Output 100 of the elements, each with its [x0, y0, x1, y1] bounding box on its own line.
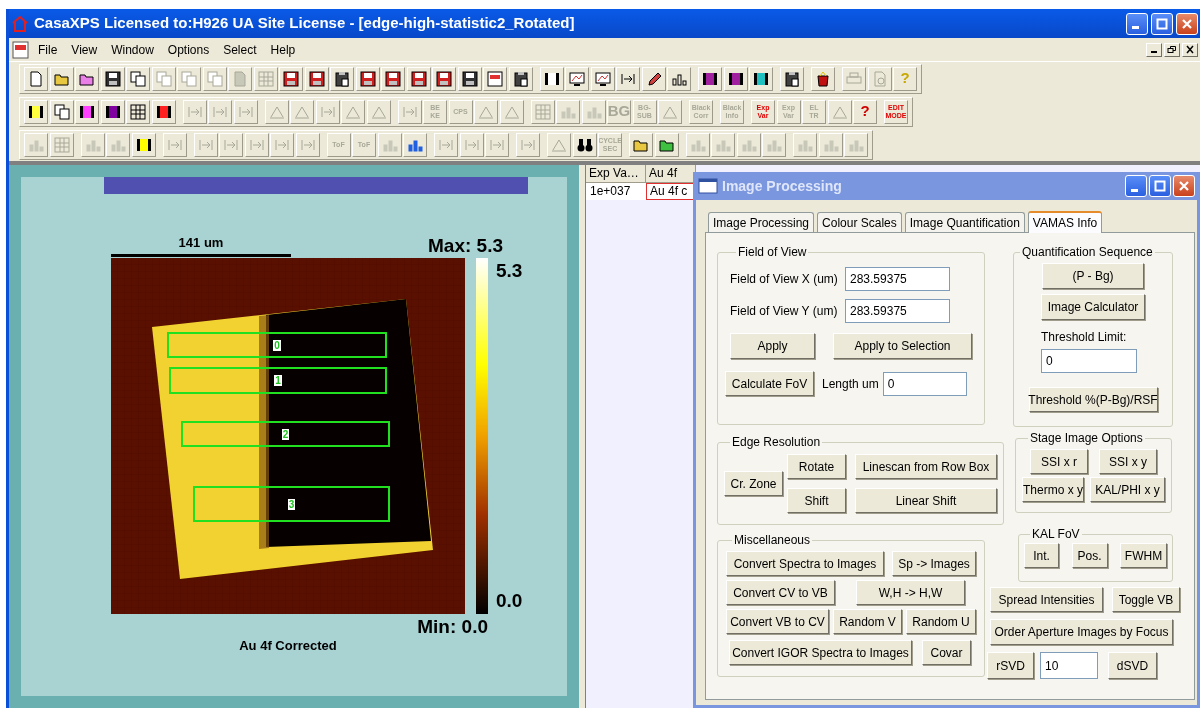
toolbar-button[interactable] [641, 66, 666, 91]
dialog-button[interactable]: Covar [922, 640, 971, 665]
dialog-button[interactable]: Thermo x y [1022, 477, 1084, 502]
input-field[interactable]: 0 [1041, 349, 1137, 373]
floppy-icon [307, 69, 326, 88]
copy-icon [205, 69, 224, 88]
close-button[interactable] [1182, 42, 1198, 57]
scale-bar: 141 um [111, 234, 291, 257]
dialog-button[interactable]: (P - Bg) [1042, 263, 1144, 289]
menu-item[interactable]: View [64, 40, 105, 59]
dialog-button[interactable]: Sp -> Images [892, 551, 976, 576]
clipboard-icon [333, 69, 351, 88]
toolbar-button[interactable] [539, 66, 564, 91]
input-field[interactable]: 0 [882, 371, 967, 396]
dialog-button[interactable]: Pos. [1071, 543, 1108, 568]
toolbar-button[interactable] [572, 132, 597, 157]
toolbar-button[interactable] [75, 99, 99, 124]
column-header[interactable]: Exp Va… [586, 165, 646, 183]
grid-icon [129, 102, 147, 121]
tab[interactable]: Image Quantification [904, 212, 1025, 232]
dialog-button[interactable]: Convert IGOR Spectra to Images [729, 640, 912, 665]
field-label: Field of View Y (um) [730, 303, 839, 320]
dialog-button[interactable]: Cr. Zone [724, 471, 783, 496]
toolbar-button[interactable] [24, 99, 48, 124]
toolbar-button[interactable] [811, 66, 835, 91]
dialog-button[interactable]: Random U [906, 609, 976, 634]
toolbar-button[interactable] [780, 66, 804, 91]
restore-icon [1167, 45, 1177, 54]
dialog-button[interactable]: Linear Shift [855, 488, 997, 513]
group-title: Field of View [737, 245, 808, 259]
scale-max-value: 5.3 [496, 260, 523, 282]
menu-item[interactable]: Help [263, 40, 303, 59]
dialog-button[interactable]: Spread Intensities [990, 587, 1103, 612]
toolbar-button[interactable] [723, 66, 748, 91]
document-icon[interactable] [11, 39, 31, 60]
menu-item[interactable]: Window [104, 40, 161, 59]
dialog-button[interactable]: FWHM [1120, 543, 1167, 568]
dialog-button[interactable]: Linescan from Row Box [855, 454, 997, 479]
toolbar-button[interactable] [432, 66, 456, 91]
toolbar-button[interactable]: ? [853, 99, 877, 124]
table-cell[interactable]: Au 4f c [646, 183, 696, 200]
dialog-button[interactable]: dSVD [1108, 652, 1157, 679]
group-title: Stage Image Options [1029, 431, 1144, 445]
toolbar-button[interactable] [279, 66, 303, 91]
restore-button[interactable] [1164, 42, 1180, 57]
column-header[interactable]: Au 4f [646, 165, 696, 183]
toolbar-button[interactable] [330, 66, 354, 91]
maximize-icon [1155, 16, 1169, 31]
toolbar-button[interactable] [749, 66, 773, 91]
toolbar-button[interactable] [565, 66, 589, 91]
minimize-button[interactable] [1146, 42, 1162, 57]
input-field[interactable]: 10 [1040, 652, 1098, 679]
dialog-button[interactable]: SSI x y [1099, 449, 1157, 474]
close-icon [1185, 45, 1195, 54]
maximize-button[interactable] [1151, 12, 1173, 35]
dialog-button[interactable]: W,H -> H,W [856, 580, 965, 605]
toolbar-button[interactable] [590, 66, 615, 91]
toolbar-button[interactable] [126, 99, 150, 124]
dialog-button[interactable]: Apply to Selection [833, 333, 972, 359]
dialog-button[interactable]: rSVD [987, 652, 1034, 679]
toolbar-button[interactable] [457, 66, 482, 91]
dialog-button[interactable]: Convert CV to VB [726, 580, 835, 605]
floppy-icon [409, 69, 428, 88]
tab[interactable]: VAMAS Info [1027, 211, 1103, 233]
table-cell[interactable]: 1e+037 [586, 183, 646, 200]
toolbar-button[interactable] [100, 99, 125, 124]
dialog-button[interactable]: Convert VB to CV [726, 609, 829, 634]
toolbar-button[interactable] [355, 66, 380, 91]
dialog-button[interactable]: Order Aperture Images by Focus [990, 619, 1173, 645]
toolbar-button[interactable] [508, 66, 533, 91]
input-field[interactable]: 283.59375 [845, 299, 950, 323]
toolbar-button[interactable] [75, 66, 99, 91]
dialog-button[interactable]: Shift [787, 488, 846, 513]
toolbar-button[interactable] [654, 132, 679, 157]
dialog-button[interactable]: Calculate FoV [725, 371, 814, 396]
toolbar-button[interactable] [131, 132, 156, 157]
toolbar-button[interactable] [304, 66, 329, 91]
dialog-button[interactable]: Random V [833, 609, 902, 634]
toolbar-button[interactable] [698, 66, 722, 91]
grid-icon [533, 102, 552, 121]
menu-item[interactable]: File [31, 40, 65, 59]
toolbar-button[interactable] [381, 66, 405, 91]
dialog-button[interactable]: Image Calculator [1041, 294, 1145, 320]
menu-item[interactable]: Options [160, 40, 217, 59]
toolbar-button[interactable] [151, 99, 176, 124]
toolbar-button[interactable] [406, 66, 431, 91]
tab[interactable]: Colour Scales [817, 212, 902, 232]
dialog-button[interactable]: KAL/PHI x y [1090, 477, 1165, 502]
dialog-button[interactable]: Threshold %(P-Bg)/RSF [1028, 387, 1158, 412]
dialog-button[interactable]: Apply [730, 333, 815, 359]
dialog-button[interactable]: Int. [1024, 543, 1059, 568]
menu-item[interactable]: Select [216, 40, 264, 59]
input-field[interactable]: 283.59375 [845, 267, 950, 291]
dialog-button[interactable]: SSI x r [1030, 449, 1088, 474]
tab[interactable]: Image Processing [708, 212, 815, 232]
dialog-button[interactable]: Toggle VB [1112, 587, 1180, 612]
maximize-button[interactable] [1149, 175, 1171, 197]
dialog-button[interactable]: Convert Spectra to Images [726, 551, 884, 576]
toolbar-button[interactable] [100, 66, 125, 91]
dialog-button[interactable]: Rotate [787, 454, 846, 479]
